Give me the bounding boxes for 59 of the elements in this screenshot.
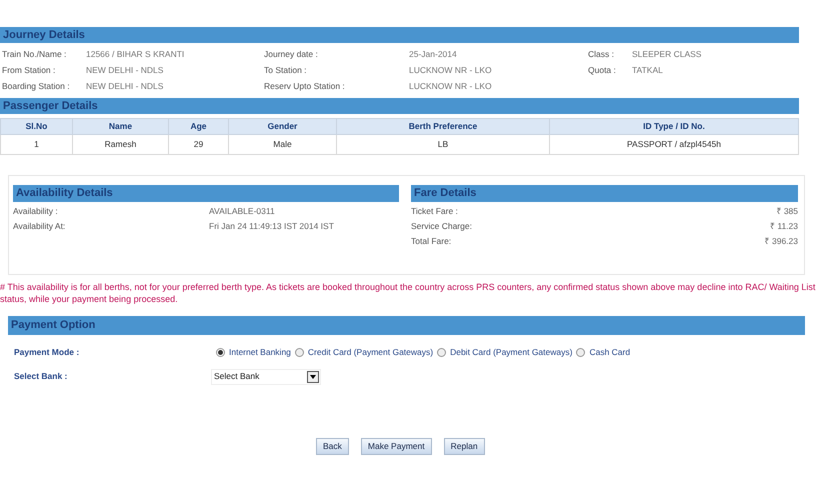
column-header: ID Type / ID No.	[550, 118, 798, 134]
radio-button[interactable]	[216, 348, 225, 357]
action-button[interactable]: Make Payment	[360, 438, 432, 455]
field-label: Select Bank :	[13, 370, 68, 384]
action-button[interactable]: Replan	[444, 438, 485, 455]
field-label: From Station :	[2, 64, 56, 77]
field-value: NEW DELHI - NDLS	[86, 80, 164, 93]
bank-select[interactable]: Select Bank	[211, 368, 321, 385]
section-header: Availability Details	[13, 185, 399, 202]
field-label: Total Fare:	[411, 235, 452, 248]
table-cell: LB	[336, 134, 550, 154]
field-value: LUCKNOW NR - LKO	[409, 80, 492, 93]
field-value: AVAILABLE-0311	[209, 205, 275, 218]
section-header: Payment Option	[8, 316, 805, 335]
radio-button[interactable]	[294, 348, 304, 357]
field-label: Class :	[588, 48, 615, 61]
radio-label[interactable]: Credit Card (Payment Gateways)	[308, 346, 434, 359]
radio-label[interactable]: Internet Banking	[229, 346, 291, 359]
field-label: Ticket Fare :	[411, 205, 459, 218]
field-value: SLEEPER CLASS	[632, 48, 702, 61]
field-value: TATKAL	[632, 64, 663, 77]
column-header: Berth Preference	[336, 118, 550, 134]
table-cell: Ramesh	[72, 134, 168, 154]
field-value: NEW DELHI - NDLS	[86, 64, 164, 77]
field-value: ₹ 11.23	[770, 220, 798, 233]
field-label: Service Charge:	[411, 220, 473, 233]
select-value: Select Bank	[214, 370, 260, 384]
field-label: Quota :	[588, 64, 617, 77]
radio-button[interactable]	[437, 348, 446, 357]
column-header: Age	[168, 118, 228, 134]
radio-label[interactable]: Debit Card (Payment Gateways)	[450, 346, 572, 359]
field-label: To Station :	[264, 64, 308, 77]
table-cell: Male	[228, 134, 336, 154]
field-label: Availability At:	[13, 220, 66, 233]
field-value: 25-Jan-2014	[409, 48, 457, 61]
availability-note: # This availability is for all berths, not for your preferred berth type. As tickets are booked throughout the country across PRS counters, any confirmed status shown above may decline into RAC/ Waiting List status, while your payment being processed.	[0, 281, 816, 305]
section-header: Fare Details	[411, 185, 798, 202]
column-header: Gender	[228, 118, 336, 134]
field-label: Availability :	[13, 205, 59, 218]
section-header: Passenger Details	[0, 98, 799, 114]
column-header: Sl.No	[0, 118, 72, 134]
field-value: ₹ 385	[776, 205, 798, 218]
radio-label[interactable]: Cash Card	[589, 346, 630, 359]
field-label: Journey date :	[264, 48, 319, 61]
radio-button[interactable]	[576, 348, 586, 357]
field-label: Payment Mode :	[13, 346, 80, 359]
table-cell: 1	[0, 134, 72, 154]
field-value: 12566 / BIHAR S KRANTI	[86, 48, 184, 61]
table-cell: PASSPORT / afzpl4545h	[550, 134, 798, 154]
field-label: Train No./Name :	[2, 48, 68, 61]
field-label: Boarding Station :	[2, 80, 71, 93]
section-header: Journey Details	[0, 27, 799, 43]
field-label: Reserv Upto Station :	[264, 80, 346, 93]
field-value: ₹ 396.23	[764, 235, 798, 248]
field-value: LUCKNOW NR - LKO	[409, 64, 492, 77]
table-cell: 29	[168, 134, 228, 154]
column-header: Name	[72, 118, 168, 134]
action-button[interactable]: Back	[316, 438, 349, 455]
field-value: Fri Jan 24 11:49:13 IST 2014 IST	[209, 220, 334, 233]
